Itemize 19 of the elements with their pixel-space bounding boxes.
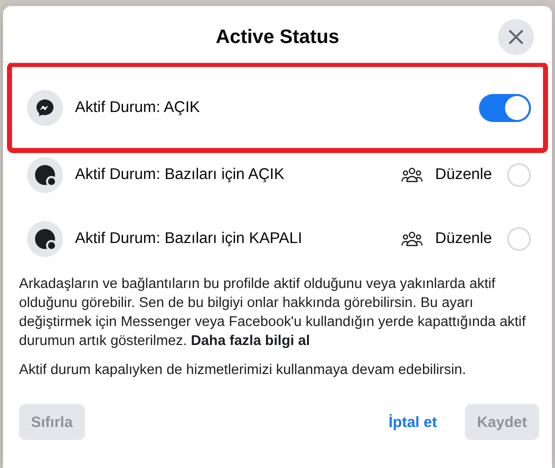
edit-button[interactable]: Düzenle [401, 166, 507, 184]
info-note: Aktif durum kapalıyken de hizmetlerimizi kullanmaya devam edebilirsin. [19, 361, 468, 380]
status-icon [27, 157, 63, 193]
dialog-title: Active Status [216, 26, 340, 48]
edit-button[interactable]: Düzenle [401, 230, 507, 248]
people-icon [401, 167, 424, 183]
messenger-icon [27, 90, 63, 126]
close-icon[interactable] [498, 19, 534, 55]
people-icon [401, 231, 424, 247]
text-button[interactable]: İptal et [376, 404, 449, 440]
info-paragraph: Arkadaşların ve bağlantıların bu profilde aktif olduğunu veya yakınlarda aktif olduğunu görebilir. Sen de bu bilgiyi onlar hakkında görebilirsin. Bu ayarı değiştirmek için Messenger veya Facebook'u kullandığın yerde kapattığında aktif durumun artık gösterilmez. Daha fazla bilgi al [19, 275, 527, 351]
radio-button[interactable] [507, 227, 531, 251]
status-label: Aktif Durum: Bazıları için KAPALI [75, 230, 304, 248]
radio-button[interactable] [507, 163, 531, 187]
status-label: Aktif Durum: Bazıları için AÇIK [75, 166, 286, 184]
status-label: Aktif Durum: AÇIK [75, 98, 201, 116]
learn-more-link[interactable]: Daha fazla bilgi al [190, 333, 310, 349]
toggle-switch[interactable] [479, 94, 531, 122]
status-icon [27, 221, 63, 257]
